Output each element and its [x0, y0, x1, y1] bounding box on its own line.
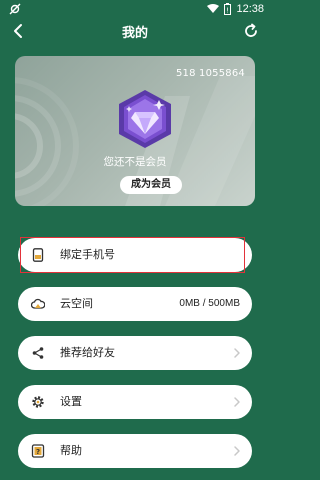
chevron-right-icon [234, 348, 240, 358]
status-bar: ! 12:38 [0, 0, 270, 20]
menu-item-cloud-space[interactable]: 云空间 0MB / 500MB [18, 287, 252, 321]
highlight-box [20, 237, 245, 273]
svg-text:?: ? [36, 448, 40, 456]
status-time: 12:38 [236, 3, 264, 15]
become-member-button[interactable]: 成为会员 [120, 176, 182, 194]
chevron-right-icon [234, 397, 240, 407]
menu-item-recommend[interactable]: 推荐给好友 [18, 336, 252, 370]
user-id: 518 1055864 [175, 68, 245, 79]
header: 我的 [0, 20, 270, 42]
refresh-icon[interactable] [242, 22, 260, 40]
menu-item-help[interactable]: ? 帮助 [18, 434, 252, 468]
membership-status: 您还不是会员 [103, 156, 167, 168]
share-icon [32, 347, 44, 359]
menu-item-label: 云空间 [60, 297, 93, 310]
chevron-right-icon [234, 446, 240, 456]
battery-icon: ! [224, 3, 232, 15]
member-card: 518 1055864 您还不是会员 成为会员 [15, 56, 255, 206]
connection-icon [9, 3, 21, 15]
page-title: 我的 [121, 26, 148, 41]
member-badge-icon [119, 90, 171, 148]
menu-item-settings[interactable]: 设置 [18, 385, 252, 419]
menu-item-label: 推荐给好友 [60, 346, 115, 359]
help-icon: ? [31, 444, 45, 458]
cloud-icon [31, 298, 45, 309]
wifi-icon [207, 4, 220, 13]
menu-item-label: 帮助 [60, 444, 82, 457]
gear-icon [32, 396, 44, 408]
cloud-storage-usage: 0MB / 500MB [179, 298, 240, 309]
menu-item-label: 设置 [60, 395, 82, 408]
svg-text:!: ! [227, 7, 230, 15]
